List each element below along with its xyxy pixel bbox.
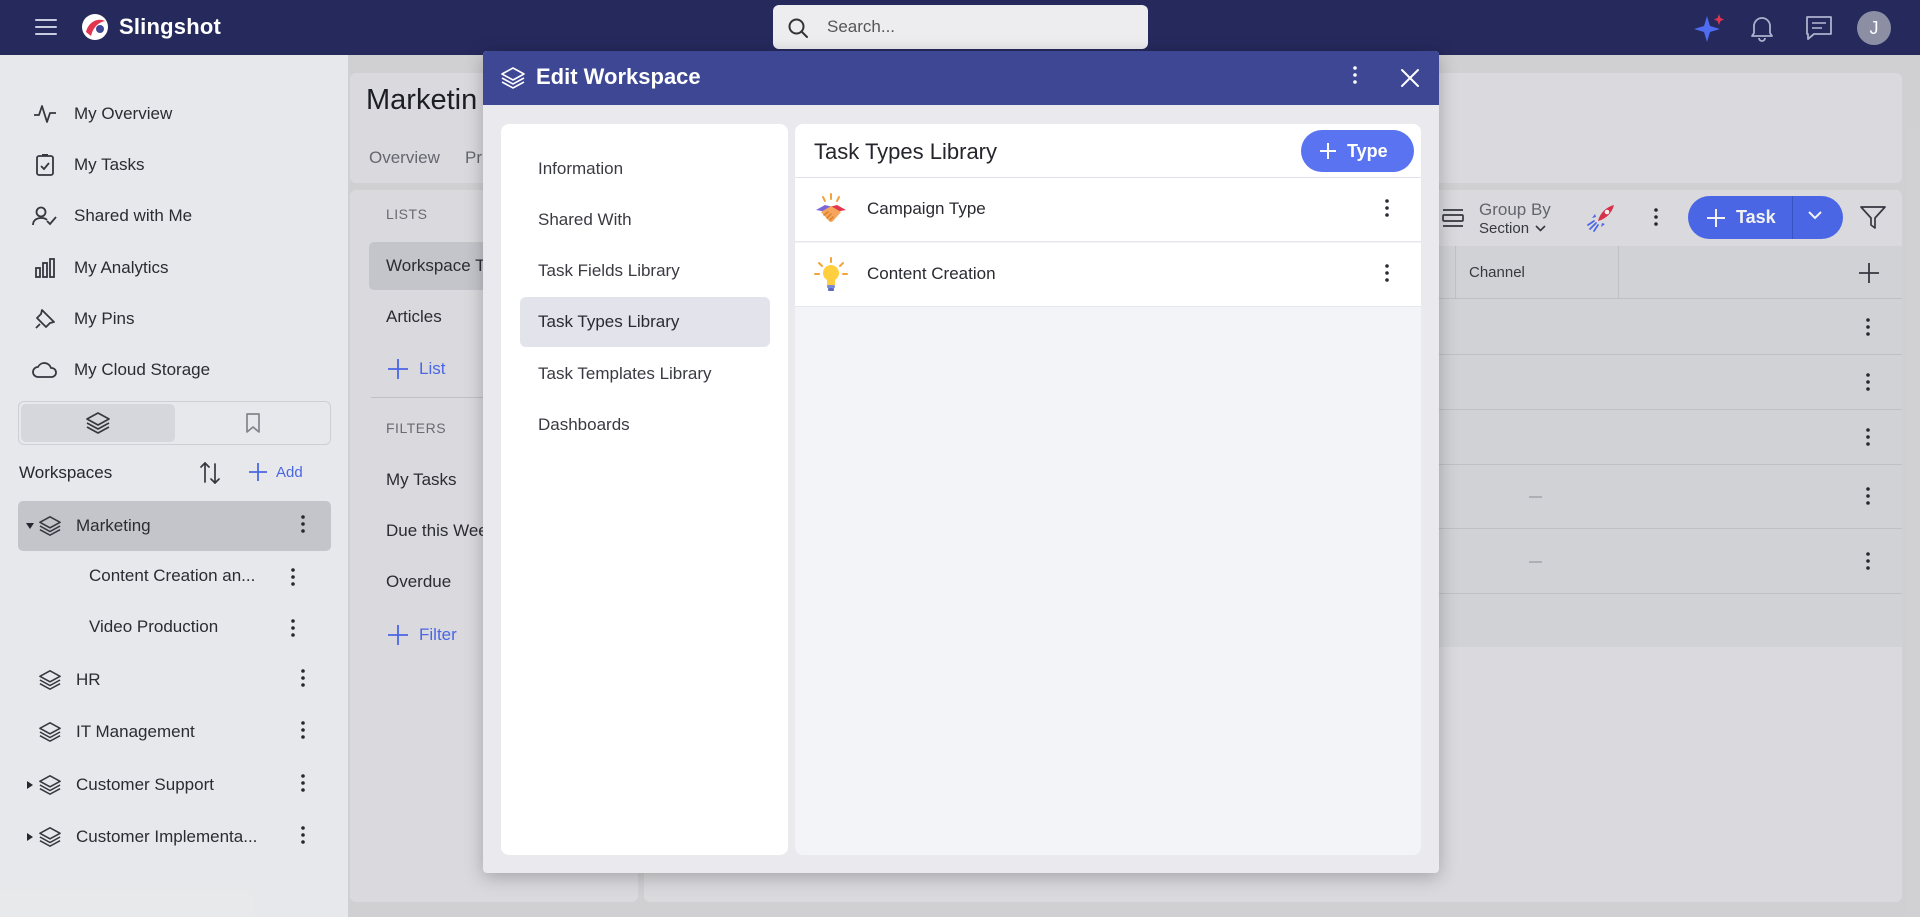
app-brand: Slingshot bbox=[119, 14, 222, 39]
dialog-nav-task-fields-library[interactable]: Task Fields Library bbox=[520, 246, 770, 296]
layers-icon bbox=[500, 66, 526, 90]
dialog-nav-task-templates-library[interactable]: Task Templates Library bbox=[520, 349, 770, 399]
dialog-title: Edit Workspace bbox=[536, 64, 701, 89]
more-vertical-icon[interactable] bbox=[1353, 66, 1357, 84]
handshake-icon bbox=[813, 192, 849, 228]
search-input[interactable] bbox=[827, 14, 1127, 40]
more-vertical-icon[interactable] bbox=[1385, 199, 1389, 217]
task-type-row-content-creation[interactable]: Content Creation bbox=[795, 243, 1421, 307]
add-type-button[interactable]: Type bbox=[1301, 130, 1414, 172]
dialog-nav-dashboards[interactable]: Dashboards bbox=[520, 400, 770, 450]
top-bar: Slingshot J bbox=[0, 0, 1920, 55]
add-type-label: Type bbox=[1347, 140, 1388, 161]
more-vertical-icon[interactable] bbox=[1385, 264, 1389, 282]
hamburger-menu-icon[interactable] bbox=[34, 16, 58, 38]
chat-icon[interactable] bbox=[1805, 15, 1833, 41]
dialog-header: Edit Workspace bbox=[483, 51, 1439, 105]
task-type-row-campaign-type[interactable]: Campaign Type bbox=[795, 178, 1421, 242]
search-icon bbox=[787, 17, 809, 39]
lightbulb-icon bbox=[813, 257, 849, 293]
ai-sparkle-icon[interactable] bbox=[1692, 12, 1726, 44]
task-type-name: Content Creation bbox=[867, 264, 996, 283]
task-types-header: Task Types Library Type bbox=[795, 124, 1421, 178]
task-type-name: Campaign Type bbox=[867, 199, 986, 218]
close-icon[interactable] bbox=[1399, 67, 1421, 89]
dialog-nav-information[interactable]: Information bbox=[520, 144, 770, 194]
task-types-title: Task Types Library bbox=[814, 139, 998, 164]
user-avatar[interactable]: J bbox=[1857, 11, 1891, 45]
dialog-nav-shared-with[interactable]: Shared With bbox=[520, 195, 770, 245]
plus-icon bbox=[1320, 143, 1336, 159]
dialog-nav: Information Shared With Task Fields Libr… bbox=[501, 124, 788, 855]
edit-workspace-dialog: Edit Workspace Information Shared With T… bbox=[483, 51, 1439, 873]
bell-icon[interactable] bbox=[1749, 14, 1775, 42]
task-types-panel: Task Types Library Type Campaign Type Co… bbox=[795, 124, 1421, 855]
slingshot-logo-icon[interactable] bbox=[80, 12, 110, 42]
dialog-nav-task-types-library[interactable]: Task Types Library bbox=[520, 297, 770, 347]
search-bar[interactable] bbox=[773, 5, 1148, 49]
